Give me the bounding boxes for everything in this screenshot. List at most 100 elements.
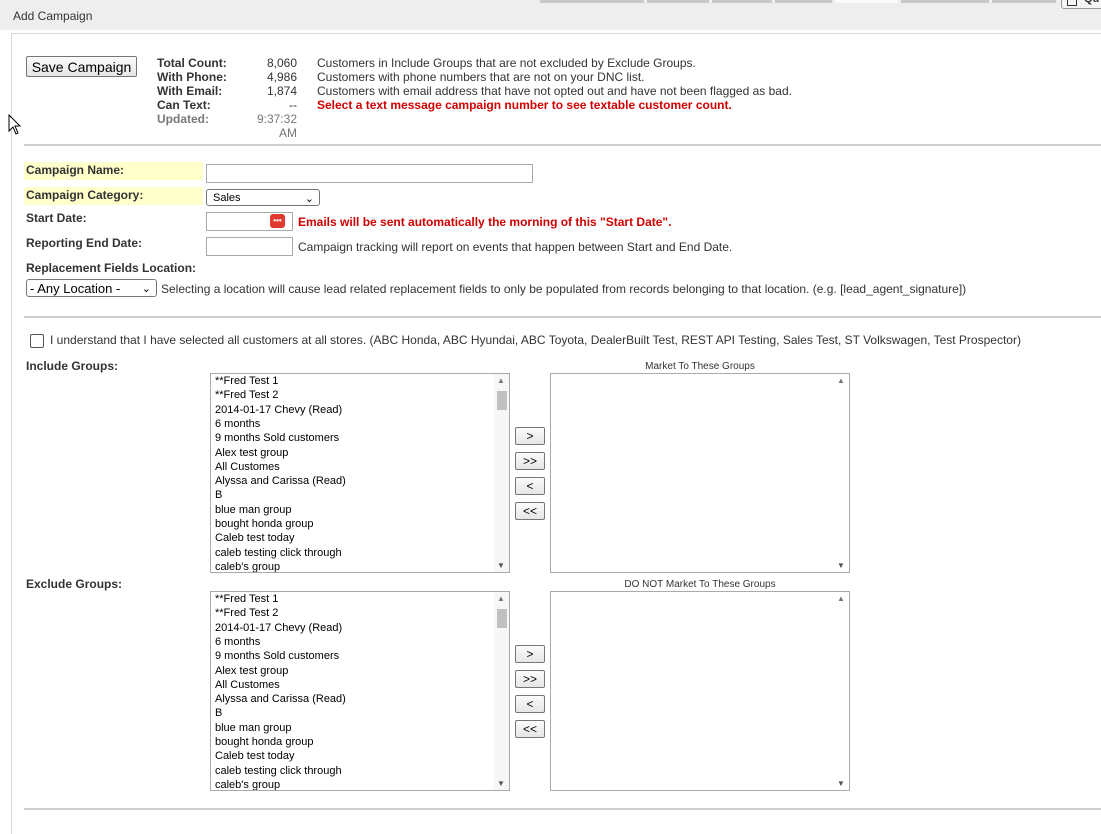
remove-all-include-button[interactable]: <<	[515, 502, 545, 520]
scroll-up-icon[interactable]: ▲	[497, 594, 505, 603]
location-note: Selecting a location will cause lead rel…	[161, 282, 967, 296]
campaign-name-input[interactable]	[206, 164, 533, 183]
total-count-label: Total Count:	[157, 56, 227, 70]
start-date-label: Start Date:	[26, 211, 87, 225]
group-option[interactable]: **Fred Test 1	[215, 375, 278, 387]
group-option[interactable]: Alyssa and Carissa (Read)	[215, 693, 346, 705]
consent-checkbox[interactable]	[30, 334, 44, 348]
tab[interactable]	[901, 0, 989, 3]
group-option[interactable]: caleb's group	[215, 561, 280, 572]
remove-selected-exclude-button[interactable]: <	[515, 695, 545, 713]
location-select[interactable]: - Any Location - ⌄	[26, 279, 157, 297]
group-option[interactable]: All Customes	[215, 679, 280, 691]
market-to-groups-label: Market To These Groups	[645, 361, 755, 372]
group-option[interactable]: 2014-01-17 Chevy (Read)	[215, 404, 342, 416]
with-phone-label: With Phone:	[157, 70, 227, 84]
updated-value: 9:37:32 AM	[256, 112, 297, 140]
scrollbar[interactable]: ▲ ▼	[494, 592, 509, 790]
can-text-value: --	[289, 98, 297, 112]
group-option[interactable]: All Customes	[215, 461, 280, 473]
scrollbar[interactable]: ▲ ▼	[834, 592, 849, 790]
exclude-groups-list[interactable]: ▲ ▼ **Fred Test 1 **Fred Test 2 2014-01-17…	[210, 591, 510, 791]
group-option[interactable]: Alex test group	[215, 665, 288, 677]
group-option[interactable]: Alyssa and Carissa (Read)	[215, 475, 346, 487]
end-date-input[interactable]	[206, 237, 293, 256]
chevron-down-icon: ⌄	[304, 193, 314, 205]
scroll-down-icon[interactable]: ▼	[497, 779, 505, 788]
group-option[interactable]: B	[215, 707, 222, 719]
page-title: Add Campaign	[13, 9, 93, 23]
top-bar: Add Campaign Qu	[0, 0, 1101, 30]
with-phone-value: 4,986	[266, 70, 297, 84]
market-to-groups-list[interactable]: ▲ ▼	[550, 373, 850, 573]
group-option[interactable]: caleb testing click through	[215, 547, 342, 559]
location-label: Replacement Fields Location:	[26, 261, 197, 275]
add-all-exclude-button[interactable]: >>	[515, 670, 545, 688]
save-campaign-button[interactable]: Save Campaign	[26, 56, 137, 77]
end-date-note: Campaign tracking will report on events …	[298, 240, 733, 254]
with-phone-desc: Customers with phone numbers that are no…	[317, 70, 645, 84]
include-groups-list[interactable]: ▲ ▼ **Fred Test 1 **Fred Test 2 2014-01-17…	[210, 373, 510, 573]
group-option[interactable]: **Fred Test 2	[215, 389, 278, 401]
group-option[interactable]: 9 months Sold customers	[215, 432, 339, 444]
clipboard-icon	[1067, 0, 1077, 6]
add-selected-exclude-button[interactable]: >	[515, 645, 545, 663]
tab-active[interactable]	[835, 0, 898, 3]
group-option[interactable]: 2014-01-17 Chevy (Read)	[215, 622, 342, 634]
quick-button[interactable]: Qu	[1061, 0, 1101, 9]
scroll-down-icon[interactable]: ▼	[837, 561, 845, 570]
can-text-desc: Select a text message campaign number to…	[317, 98, 732, 112]
group-option[interactable]: 6 months	[215, 418, 260, 430]
group-option[interactable]: 9 months Sold customers	[215, 650, 339, 662]
tab[interactable]	[712, 0, 772, 3]
group-option[interactable]: Alex test group	[215, 447, 288, 459]
group-option[interactable]: **Fred Test 1	[215, 593, 278, 605]
calendar-icon[interactable]: •••	[270, 214, 285, 228]
quick-button-label: Qu	[1084, 0, 1099, 5]
group-option[interactable]: B	[215, 489, 222, 501]
do-not-market-groups-list[interactable]: ▲ ▼	[550, 591, 850, 791]
add-selected-include-button[interactable]: >	[515, 427, 545, 445]
campaign-category-label: Campaign Category:	[26, 188, 144, 202]
tab[interactable]	[992, 0, 1056, 3]
remove-selected-include-button[interactable]: <	[515, 477, 545, 495]
campaign-category-select[interactable]: Sales ⌄	[206, 189, 320, 206]
tab[interactable]	[647, 0, 709, 3]
group-option[interactable]: bought honda group	[215, 736, 313, 748]
divider	[24, 144, 1101, 146]
scroll-up-icon[interactable]: ▲	[497, 376, 505, 385]
group-option[interactable]: Caleb test today	[215, 750, 295, 762]
scroll-up-icon[interactable]: ▲	[837, 376, 845, 385]
total-count-desc: Customers in Include Groups that are not…	[317, 56, 696, 70]
scrollbar[interactable]: ▲ ▼	[494, 374, 509, 572]
scroll-up-icon[interactable]: ▲	[837, 594, 845, 603]
end-date-label: Reporting End Date:	[26, 236, 142, 250]
total-count-value: 8,060	[266, 56, 297, 70]
remove-all-exclude-button[interactable]: <<	[515, 720, 545, 738]
scroll-thumb[interactable]	[497, 609, 507, 628]
start-date-note: Emails will be sent automatically the mo…	[298, 215, 672, 229]
group-option[interactable]: caleb's group	[215, 779, 280, 790]
scroll-down-icon[interactable]: ▼	[837, 779, 845, 788]
scroll-thumb[interactable]	[497, 391, 507, 410]
group-option[interactable]: 6 months	[215, 636, 260, 648]
mouse-cursor-icon	[8, 113, 22, 139]
group-option[interactable]: bought honda group	[215, 518, 313, 530]
group-option[interactable]: caleb testing click through	[215, 765, 342, 777]
group-option[interactable]: blue man group	[215, 722, 291, 734]
group-option[interactable]: Caleb test today	[215, 532, 295, 544]
tab[interactable]	[540, 0, 644, 3]
divider	[24, 808, 1101, 810]
can-text-label: Can Text:	[157, 98, 211, 112]
scroll-down-icon[interactable]: ▼	[497, 561, 505, 570]
do-not-market-groups-label: DO NOT Market To These Groups	[624, 579, 776, 590]
with-email-value: 1,874	[266, 84, 297, 98]
group-option[interactable]: blue man group	[215, 504, 291, 516]
add-all-include-button[interactable]: >>	[515, 452, 545, 470]
group-option[interactable]: **Fred Test 2	[215, 607, 278, 619]
divider	[24, 316, 1101, 318]
with-email-label: With Email:	[157, 84, 223, 98]
tab[interactable]	[775, 0, 832, 3]
updated-label: Updated:	[157, 112, 209, 126]
scrollbar[interactable]: ▲ ▼	[834, 374, 849, 572]
